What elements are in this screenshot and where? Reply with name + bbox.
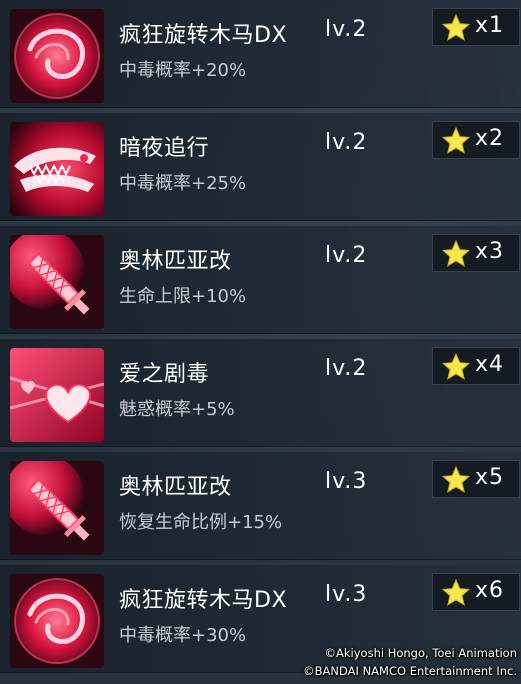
skill-name: 奥林匹亚改	[119, 249, 232, 274]
star-icon	[441, 352, 471, 382]
skill-effect: 恢复生命比例+15%	[119, 512, 283, 533]
skill-row[interactable]: 爱之剧毒 lv.2 魅惑概率+5% x4	[0, 339, 521, 447]
star-count-badge: x1	[432, 8, 520, 46]
star-count-badge: x3	[432, 234, 520, 272]
skill-effect: 魅惑概率+5%	[119, 399, 235, 420]
blade-icon	[10, 235, 104, 329]
skill-list: 疯狂旋转木马DX lv.2 中毒概率+20% x1 暗夜追行 lv.2 中毒概率…	[0, 0, 521, 684]
star-count-badge: x4	[432, 347, 520, 385]
copyright-line: ©BANDAI NAMCO Entertainment Inc.	[303, 664, 517, 678]
skill-name: 暗夜追行	[119, 136, 210, 161]
star-count: x6	[475, 578, 505, 603]
skill-row[interactable]: 奥林匹亚改 lv.3 恢复生命比例+15% x5	[0, 452, 521, 560]
heart-beam-icon	[10, 348, 104, 442]
skill-level: lv.2	[325, 356, 368, 381]
skill-effect: 中毒概率+20%	[119, 60, 247, 81]
star-count-badge: x5	[432, 460, 520, 498]
blade-icon	[10, 461, 104, 555]
star-count-badge: x6	[432, 573, 520, 611]
spiral-slash-icon	[10, 9, 104, 103]
beast-bite-icon	[10, 122, 104, 216]
skill-effect: 中毒概率+25%	[119, 173, 247, 194]
skill-effect: 中毒概率+30%	[119, 625, 247, 646]
skill-name: 爱之剧毒	[119, 362, 210, 387]
star-icon	[441, 13, 471, 43]
skill-name: 疯狂旋转木马DX	[119, 588, 288, 613]
copyright-line: ©Akiyoshi Hongo, Toei Animation	[324, 646, 517, 660]
skill-name: 奥林匹亚改	[119, 475, 232, 500]
skill-name: 疯狂旋转木马DX	[119, 23, 288, 48]
star-icon	[441, 126, 471, 156]
skill-effect: 生命上限+10%	[119, 286, 247, 307]
star-count: x2	[475, 126, 505, 151]
skill-level: lv.3	[325, 469, 368, 494]
skill-row[interactable]: 暗夜追行 lv.2 中毒概率+25% x2	[0, 113, 521, 221]
star-count: x1	[475, 13, 505, 38]
skill-level: lv.2	[325, 243, 368, 268]
skill-level: lv.3	[325, 582, 368, 607]
skill-level: lv.2	[325, 130, 368, 155]
skill-row[interactable]: 疯狂旋转木马DX lv.2 中毒概率+20% x1	[0, 0, 521, 108]
star-count: x4	[475, 352, 505, 377]
skill-level: lv.2	[325, 17, 368, 42]
star-count-badge: x2	[432, 121, 520, 159]
copyright-notice: ©Akiyoshi Hongo, Toei Animation ©BANDAI …	[303, 644, 517, 680]
star-count: x5	[475, 465, 505, 490]
skill-row[interactable]: 奥林匹亚改 lv.2 生命上限+10% x3	[0, 226, 521, 334]
star-icon	[441, 465, 471, 495]
star-icon	[441, 239, 471, 269]
star-count: x3	[475, 239, 505, 264]
star-icon	[441, 578, 471, 608]
spiral-slash-icon	[10, 574, 104, 668]
